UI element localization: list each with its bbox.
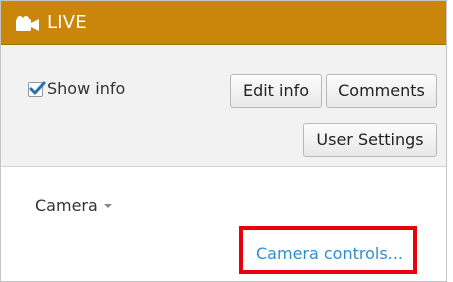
panel-header: LIVE bbox=[1, 1, 446, 45]
show-info-checkbox[interactable] bbox=[28, 81, 46, 97]
chevron-down-icon bbox=[103, 204, 112, 208]
live-panel: LIVE Show info Edit info Comments User S… bbox=[0, 0, 447, 282]
edit-info-button[interactable]: Edit info bbox=[230, 74, 322, 108]
show-info-label[interactable]: Show info bbox=[47, 79, 125, 99]
panel-title: LIVE bbox=[47, 12, 87, 33]
camera-dropdown-label: Camera bbox=[35, 196, 98, 215]
highlight-box bbox=[239, 226, 417, 274]
comments-button[interactable]: Comments bbox=[326, 74, 437, 108]
camera-dropdown[interactable]: Camera bbox=[35, 196, 112, 216]
info-toolbar: Show info Edit info Comments User Settin… bbox=[1, 45, 446, 167]
user-settings-button[interactable]: User Settings bbox=[303, 123, 437, 157]
checkmark-icon bbox=[29, 81, 46, 95]
video-camera-icon bbox=[16, 16, 42, 32]
